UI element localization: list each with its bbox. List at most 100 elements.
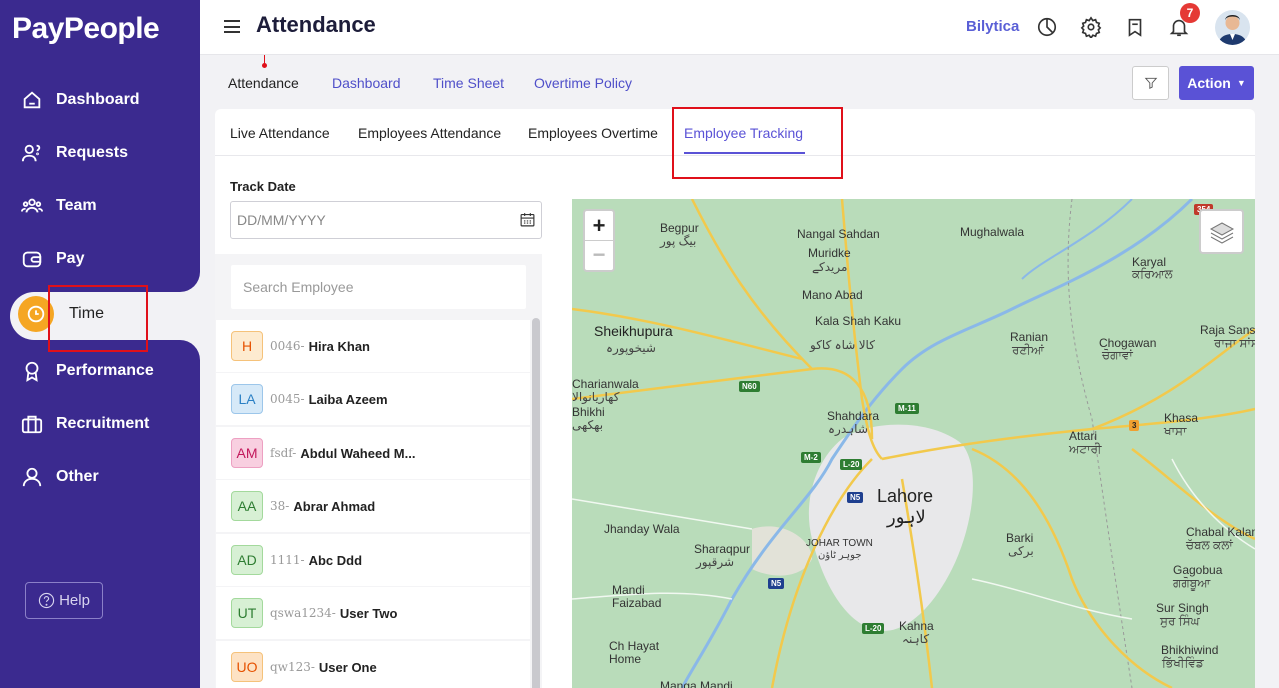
employee-list-item[interactable]: LA 0045- Laiba Azeem <box>216 373 530 425</box>
caret-down-icon: ▼ <box>1236 78 1246 88</box>
employee-list-scrollbar[interactable] <box>532 318 540 688</box>
map-label: Charianwala <box>572 377 639 391</box>
map-label: Nangal Sahdan <box>797 227 880 241</box>
map-label: Chabal Kalan <box>1186 525 1255 539</box>
tab-employees-overtime[interactable]: Employees Overtime <box>528 125 658 141</box>
employee-name: Abdul Waheed M... <box>300 445 416 461</box>
zoom-out-button[interactable]: − <box>585 240 613 269</box>
help-button[interactable]: Help <box>25 582 103 619</box>
search-employee-input[interactable] <box>231 265 526 309</box>
road-shield: L-20 <box>862 623 885 634</box>
page-title: Attendance <box>256 12 376 37</box>
zoom-in-button[interactable]: + <box>585 211 613 240</box>
road-shield: 3 <box>1129 420 1140 431</box>
filter-icon <box>1144 77 1157 90</box>
map-label: Begpur <box>660 221 699 235</box>
subnav-overtime-policy[interactable]: Overtime Policy <box>534 75 632 91</box>
subnav-time-sheet[interactable]: Time Sheet <box>433 75 504 91</box>
tracking-map[interactable]: Begpur بیگ پور Nangal Sahdan Muridke مری… <box>572 199 1255 688</box>
map-label: Kala Shah Kaku <box>815 314 902 328</box>
notification-badge: 7 <box>1180 3 1200 23</box>
sidebar-item-label: Performance <box>56 362 154 379</box>
sidebar-item-requests[interactable]: Requests <box>0 131 200 175</box>
map-label: Sharaqpur <box>694 542 751 556</box>
map-label-local: ਕਰਿਆਲ <box>1132 267 1173 281</box>
map-zoom-control: + − <box>583 209 615 272</box>
action-button[interactable]: Action ▼ <box>1179 66 1254 100</box>
avatar[interactable] <box>1215 10 1250 45</box>
action-label: Action <box>1187 75 1231 91</box>
map-label-city: Lahore <box>877 486 934 506</box>
employee-list-item[interactable]: UO qw123- User One <box>216 641 530 688</box>
map-label: Mughalwala <box>960 225 1025 239</box>
map-label-local: شرقپور <box>696 555 735 569</box>
sidebar-item-team[interactable]: Team <box>0 184 200 228</box>
employee-code: 38- <box>270 499 290 513</box>
map-label: Bhikhiwind <box>1161 643 1219 657</box>
requests-icon <box>20 141 44 165</box>
employee-avatar: AD <box>231 545 263 575</box>
employee-list-item[interactable]: UT qswa1234- User Two <box>216 587 530 639</box>
map-label: Attari <box>1069 429 1098 443</box>
employee-list-item[interactable]: H 0046- Hira Khan <box>216 320 530 372</box>
employee-code: fsdf- <box>270 446 297 460</box>
road-shield: N5 <box>768 578 785 589</box>
employee-list-item[interactable]: AD 1111- Abc Ddd <box>216 534 530 586</box>
sidebar-item-recruitment[interactable]: Recruitment <box>0 402 200 446</box>
employee-avatar: UT <box>231 598 263 628</box>
subnav-attendance[interactable]: Attendance <box>228 75 299 91</box>
award-icon <box>20 359 44 383</box>
employee-name: Abc Ddd <box>308 552 363 568</box>
sidebar-item-pay[interactable]: Pay <box>0 237 200 281</box>
map-label-local: شیخوپورہ <box>606 341 656 355</box>
road-shield: M-2 <box>801 452 821 463</box>
pie-chart-icon[interactable] <box>1036 16 1058 38</box>
road-shield: N5 <box>847 492 864 503</box>
user-icon <box>20 465 44 489</box>
employee-code: 1111- <box>270 553 305 567</box>
filter-button[interactable] <box>1132 66 1169 100</box>
calendar-icon[interactable] <box>519 211 536 228</box>
home-icon <box>20 88 44 112</box>
employee-list-item[interactable]: AM fsdf- Abdul Waheed M... <box>216 427 530 479</box>
track-date-input[interactable] <box>230 201 542 239</box>
bookmark-icon[interactable] <box>1124 16 1146 38</box>
employee-code: qw123- <box>270 660 315 674</box>
map-label: Bhikhi <box>572 405 605 419</box>
tab-employees-attendance[interactable]: Employees Attendance <box>358 125 501 141</box>
road-shield: N60 <box>739 381 760 392</box>
sidebar-item-performance[interactable]: Performance <box>0 349 200 393</box>
map-label-local: کھاریانوالا <box>572 390 620 404</box>
map-label-local: ਰਣੀਆਂ <box>1012 343 1044 357</box>
sidebar-item-dashboard[interactable]: Dashboard <box>0 78 200 122</box>
company-name[interactable]: Bilytica <box>966 18 1019 35</box>
tab-live-attendance[interactable]: Live Attendance <box>230 125 330 141</box>
road-shield: L-20 <box>840 459 863 470</box>
employee-list-item[interactable]: AA 38- Abrar Ahmad <box>216 480 530 532</box>
menu-icon[interactable] <box>224 20 240 33</box>
map-label-local: ਰਾਜਾ ਸਾਂਸੀ <box>1214 336 1255 350</box>
map-label-local: بھکھی <box>572 418 604 432</box>
gear-icon[interactable] <box>1080 16 1102 40</box>
map-label-local: ਗਗੋਬੂਆ <box>1173 576 1211 590</box>
layers-icon <box>1209 221 1234 244</box>
help-icon <box>38 592 55 609</box>
map-label: Jhanday Wala <box>604 522 680 536</box>
employee-name: Abrar Ahmad <box>293 498 376 514</box>
sidebar-item-other[interactable]: Other <box>0 455 200 499</box>
map-label: Mano Abad <box>802 288 863 302</box>
map-label-local: کالا شاہ کاکو <box>810 338 875 352</box>
subnav-marker-dot <box>262 63 267 68</box>
map-label-local: ਸੁਰ ਸਿੰਘ <box>1160 614 1200 628</box>
map-label: JOHAR TOWN <box>806 538 873 549</box>
sidebar-item-label: Team <box>56 197 97 214</box>
map-layers-button[interactable] <box>1199 209 1244 254</box>
help-label: Help <box>59 592 90 609</box>
map-label-local: لاہور <box>887 507 926 527</box>
app-logo[interactable]: PayPeople <box>12 12 160 46</box>
subnav-dashboard[interactable]: Dashboard <box>332 75 401 91</box>
employee-avatar: UO <box>231 652 263 682</box>
road-shield: M-11 <box>895 403 919 414</box>
employee-avatar: AA <box>231 491 263 521</box>
map-label-local: ਚੋਗਾਵਾਂ <box>1102 348 1133 362</box>
